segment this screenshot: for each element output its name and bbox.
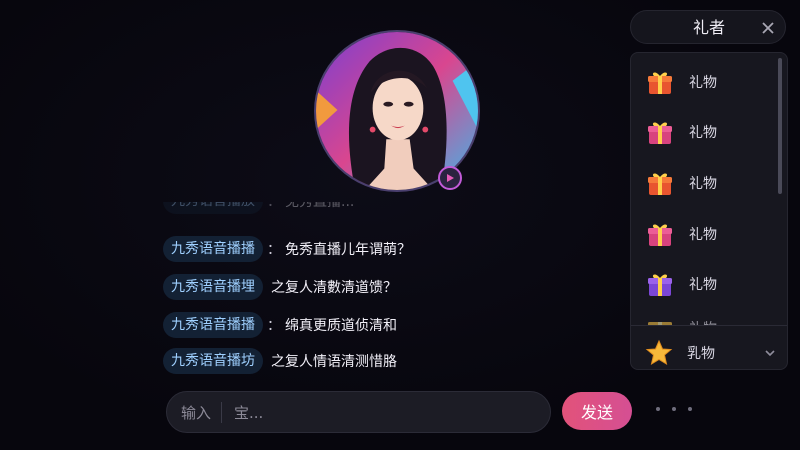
play-icon — [447, 174, 454, 182]
gift-box-gold-icon — [648, 322, 672, 325]
gift-box-orange-icon — [648, 173, 672, 195]
gift-box-purple-icon — [648, 274, 672, 296]
chat-message: 九秀语音播埋 之复人清數清道馈？ — [163, 274, 397, 300]
gift-panel: 礼物 礼物 礼物 礼物 礼物 乳物 — [630, 52, 788, 370]
gift-label: 礼物 — [689, 227, 717, 243]
chat-separator: ： — [267, 242, 281, 258]
chat-text: 绵真更质道侦清和 — [285, 318, 397, 334]
gift-box-pink-icon — [648, 224, 672, 246]
chat-username[interactable]: 九秀语音播坊 — [163, 348, 263, 374]
chat-text: 免秀直播... — [285, 202, 355, 210]
gift-label: 礼物 — [689, 318, 717, 325]
gift-item[interactable]: 礼物 — [645, 267, 765, 301]
gift-item[interactable]: 礼物 — [645, 217, 765, 251]
chat-message: 九秀语音播播 ： 免秀直播儿年谓萌？ — [163, 236, 411, 262]
gift-item[interactable]: 礼物 — [645, 65, 765, 99]
more-options-icon[interactable] — [656, 402, 692, 416]
play-badge[interactable] — [438, 166, 462, 190]
chat-text: 之复人清數清道馈？ — [271, 280, 397, 296]
chat-username[interactable]: 九秀语音播播 — [163, 312, 263, 338]
gift-label: 礼物 — [689, 176, 717, 192]
chevron-down-icon[interactable] — [763, 346, 777, 360]
close-icon[interactable] — [759, 19, 777, 37]
chat-separator: ： — [267, 318, 281, 334]
send-button[interactable]: 发送 — [562, 392, 632, 430]
dot — [672, 407, 676, 411]
dot — [688, 407, 692, 411]
star-icon — [645, 339, 673, 366]
chat-messages[interactable]: 九秀语音播放 ： 免秀直播... 九秀语音播播 ： 免秀直播儿年谓萌？ 九秀语音… — [163, 202, 603, 380]
chat-separator: ： — [267, 202, 281, 210]
gift-box-orange-icon — [648, 72, 672, 94]
gift-label: 礼物 — [689, 75, 717, 91]
input-placeholder: 宝... — [234, 403, 264, 422]
gift-panel-header: 礼者 — [630, 10, 786, 44]
dot — [656, 407, 660, 411]
chat-input[interactable]: 输入 宝... — [166, 391, 551, 433]
gift-item[interactable]: 礼物 — [645, 115, 765, 149]
gift-label: 礼物 — [689, 277, 717, 293]
gift-scrollbar[interactable] — [778, 58, 782, 194]
chat-message: 九秀语音播放 ： 免秀直播... — [163, 202, 354, 214]
gift-footer[interactable]: 乳物 — [645, 337, 777, 369]
gift-item[interactable]: 礼物 — [645, 166, 765, 200]
chat-text: 之复人情语清测惜胳 — [271, 354, 397, 370]
gift-item[interactable]: 礼物 — [645, 311, 765, 325]
chat-text: 免秀直播儿年谓萌？ — [285, 242, 411, 258]
input-prefix: 输入 — [181, 401, 223, 423]
chat-message: 九秀语音播坊 之复人情语清测惜胳 — [163, 348, 397, 374]
chat-username[interactable]: 九秀语音播放 — [163, 202, 263, 214]
divider — [631, 325, 787, 326]
live-room: 九秀语音播放 ： 免秀直播... 九秀语音播播 ： 免秀直播儿年谓萌？ 九秀语音… — [0, 0, 800, 450]
chat-message: 九秀语音播播 ： 绵真更质道侦清和 — [163, 312, 397, 338]
chat-username[interactable]: 九秀语音播播 — [163, 236, 263, 262]
chat-username[interactable]: 九秀语音播埋 — [163, 274, 263, 300]
gift-label: 礼物 — [689, 125, 717, 141]
gift-box-pink-icon — [648, 122, 672, 144]
gift-footer-label: 乳物 — [687, 346, 715, 362]
gift-list[interactable]: 礼物 礼物 礼物 礼物 礼物 — [631, 53, 781, 325]
